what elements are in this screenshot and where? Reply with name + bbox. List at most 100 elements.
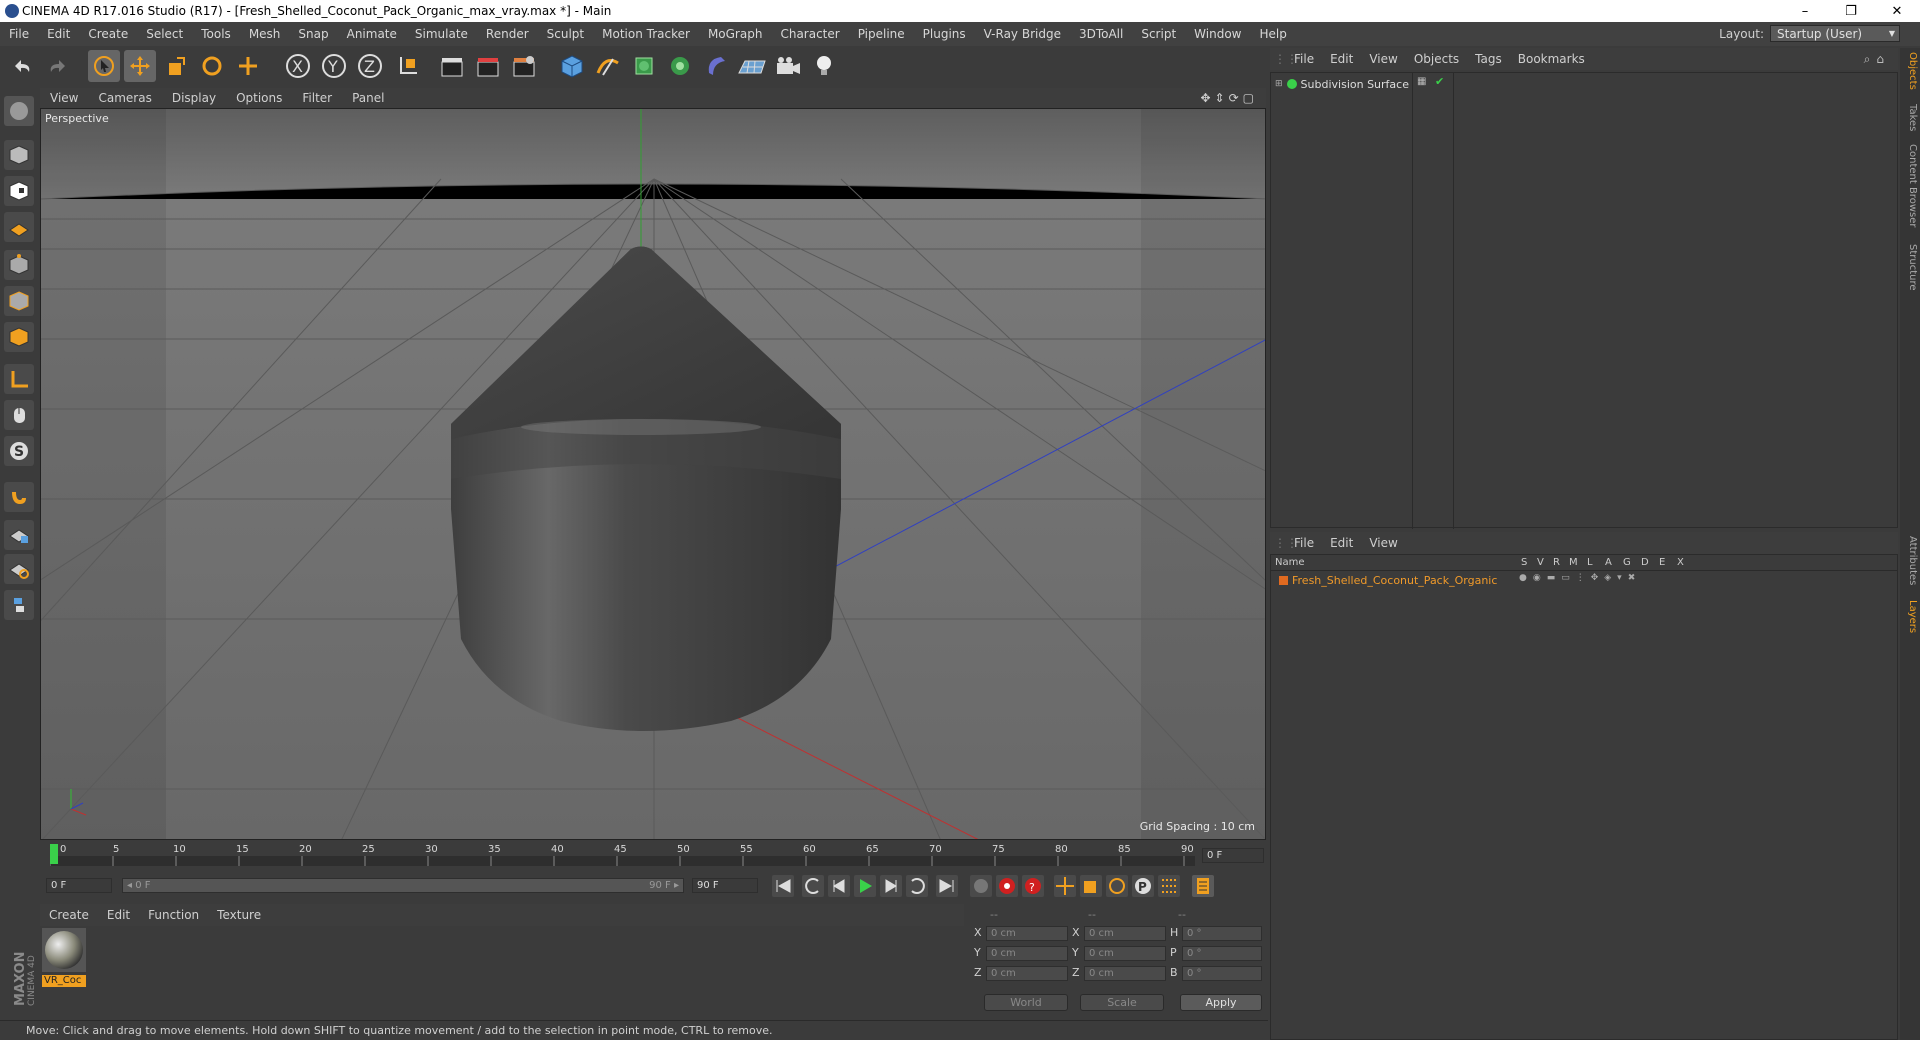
close-button[interactable]: ✕ (1874, 0, 1920, 22)
material-menu-create[interactable]: Create (40, 908, 98, 922)
object-row-subdivision[interactable]: ⊞ Subdivision Surface (1275, 76, 1409, 92)
rotation-h-field[interactable]: 0 ° (1182, 926, 1262, 941)
col-animation[interactable]: A (1605, 557, 1612, 568)
menu-create[interactable]: Create (79, 27, 137, 41)
layer-color-swatch[interactable] (1279, 575, 1288, 585)
menu-motion-tracker[interactable]: Motion Tracker (593, 27, 699, 41)
perspective-viewport[interactable]: Perspective Grid Spacing : 10 cm (40, 108, 1266, 840)
python-button[interactable] (4, 590, 34, 620)
tab-content-browser[interactable]: Content Browser (1902, 144, 1918, 227)
menu-window[interactable]: Window (1185, 27, 1250, 41)
expand-toggle-icon[interactable]: ⊞ (1275, 79, 1283, 89)
size-z-field[interactable]: 0 cm (1084, 966, 1166, 981)
col-render[interactable]: R (1553, 557, 1560, 568)
col-view[interactable]: V (1537, 557, 1544, 568)
menu-character[interactable]: Character (771, 27, 848, 41)
render-picture-viewer-button[interactable] (472, 50, 504, 82)
menu-snap[interactable]: Snap (289, 27, 337, 41)
objmgr-menu-file[interactable]: File (1286, 52, 1322, 66)
menu-help[interactable]: Help (1250, 27, 1295, 41)
objmgr-menu-bookmarks[interactable]: Bookmarks (1510, 52, 1593, 66)
locked-workplane-button[interactable] (4, 520, 34, 550)
floor-button[interactable] (736, 50, 768, 82)
menu-tools[interactable]: Tools (192, 27, 240, 41)
menu-vray-bridge[interactable]: V-Ray Bridge (975, 27, 1070, 41)
menu-simulate[interactable]: Simulate (406, 27, 477, 41)
layer-toggle-icons[interactable]: ●◉▬▭⋮✥◈▾✖ (1519, 573, 1641, 583)
y-axis-lock-button[interactable]: Y (318, 50, 350, 82)
rotation-p-field[interactable]: 0 ° (1182, 946, 1262, 961)
menu-plugins[interactable]: Plugins (914, 27, 975, 41)
end-frame-field[interactable]: 90 F (692, 878, 758, 893)
menu-edit[interactable]: Edit (38, 27, 79, 41)
planar-workplane-button[interactable] (4, 554, 34, 584)
objmgr-menu-view[interactable]: View (1361, 52, 1405, 66)
layer-menu-file[interactable]: File (1286, 536, 1322, 550)
col-generators[interactable]: G (1623, 557, 1631, 568)
axis-mode-button[interactable] (4, 364, 34, 394)
material-menu-function[interactable]: Function (139, 908, 208, 922)
col-solo[interactable]: S (1521, 557, 1527, 568)
layout-dropdown[interactable]: Startup (User) ▼ (1770, 25, 1900, 42)
edges-mode-button[interactable] (4, 286, 34, 316)
recent-tool-button[interactable] (232, 50, 264, 82)
redo-button[interactable] (42, 50, 74, 82)
render-view-button[interactable] (436, 50, 468, 82)
cloner-button[interactable] (664, 50, 696, 82)
tweak-mode-button[interactable] (4, 400, 34, 430)
deformer-button[interactable] (700, 50, 732, 82)
objmgr-menu-edit[interactable]: Edit (1322, 52, 1361, 66)
menu-mesh[interactable]: Mesh (240, 27, 290, 41)
timeline-ruler[interactable]: 0 5 10 15 20 25 30 35 40 45 50 55 60 65 … (40, 842, 1266, 868)
tab-takes[interactable]: Takes (1902, 104, 1918, 131)
size-x-field[interactable]: 0 cm (1084, 926, 1166, 941)
viewport-menu-panel[interactable]: Panel (342, 91, 394, 105)
menu-script[interactable]: Script (1132, 27, 1185, 41)
model-mode-button[interactable] (4, 140, 34, 170)
coordinate-mode-dropdown[interactable]: World (984, 994, 1068, 1011)
position-x-field[interactable]: 0 cm (986, 926, 1068, 941)
enabled-check-icon[interactable]: ✔ (1435, 75, 1444, 88)
objmgr-search-home-icons[interactable]: ⌕⌂ (1864, 52, 1890, 67)
menu-mograph[interactable]: MoGraph (699, 27, 772, 41)
current-frame-field[interactable]: 0 F (1202, 848, 1264, 863)
rotation-b-field[interactable]: 0 ° (1182, 966, 1262, 981)
texture-mode-button[interactable] (4, 176, 34, 206)
position-y-field[interactable]: 0 cm (986, 946, 1068, 961)
size-mode-dropdown[interactable]: Scale (1080, 994, 1164, 1011)
scale-tool-button[interactable] (160, 50, 192, 82)
tab-attributes[interactable]: Attributes (1902, 536, 1918, 585)
menu-render[interactable]: Render (477, 27, 538, 41)
viewport-nav-icons[interactable]: ✥⇕⟳▢ (1200, 91, 1258, 105)
col-manager[interactable]: M (1569, 557, 1578, 568)
col-locked[interactable]: L (1587, 557, 1593, 568)
menu-file[interactable]: File (0, 27, 38, 41)
z-axis-lock-button[interactable]: Z (354, 50, 386, 82)
polygons-mode-button[interactable] (4, 322, 34, 352)
frame-range-slider[interactable]: ◂ 0 F 90 F ▸ (122, 878, 684, 893)
menu-3dtoall[interactable]: 3DToAll (1070, 27, 1132, 41)
drag-handle-icon[interactable]: ⋮⋮ (1274, 536, 1298, 550)
workplane-mode-button[interactable] (4, 212, 34, 242)
live-selection-button[interactable] (88, 50, 120, 82)
undo-button[interactable] (6, 50, 38, 82)
viewport-menu-view[interactable]: View (40, 91, 88, 105)
col-deformers[interactable]: D (1641, 557, 1649, 568)
menu-sculpt[interactable]: Sculpt (538, 27, 593, 41)
menu-select[interactable]: Select (137, 27, 192, 41)
material-menu-texture[interactable]: Texture (208, 908, 270, 922)
layer-menu-view[interactable]: View (1361, 536, 1405, 550)
col-expressions[interactable]: E (1659, 557, 1665, 568)
make-editable-button[interactable] (4, 96, 34, 126)
menu-pipeline[interactable]: Pipeline (849, 27, 914, 41)
start-frame-field[interactable]: 0 F (46, 878, 112, 893)
menu-animate[interactable]: Animate (338, 27, 406, 41)
viewport-menu-options[interactable]: Options (226, 91, 292, 105)
camera-button[interactable] (772, 50, 804, 82)
material-swatch[interactable]: VR_Coc (42, 928, 86, 987)
position-z-field[interactable]: 0 cm (986, 966, 1068, 981)
spline-pen-button[interactable] (592, 50, 624, 82)
objmgr-menu-tags[interactable]: Tags (1467, 52, 1510, 66)
move-tool-button[interactable] (124, 50, 156, 82)
tab-structure[interactable]: Structure (1902, 244, 1918, 291)
